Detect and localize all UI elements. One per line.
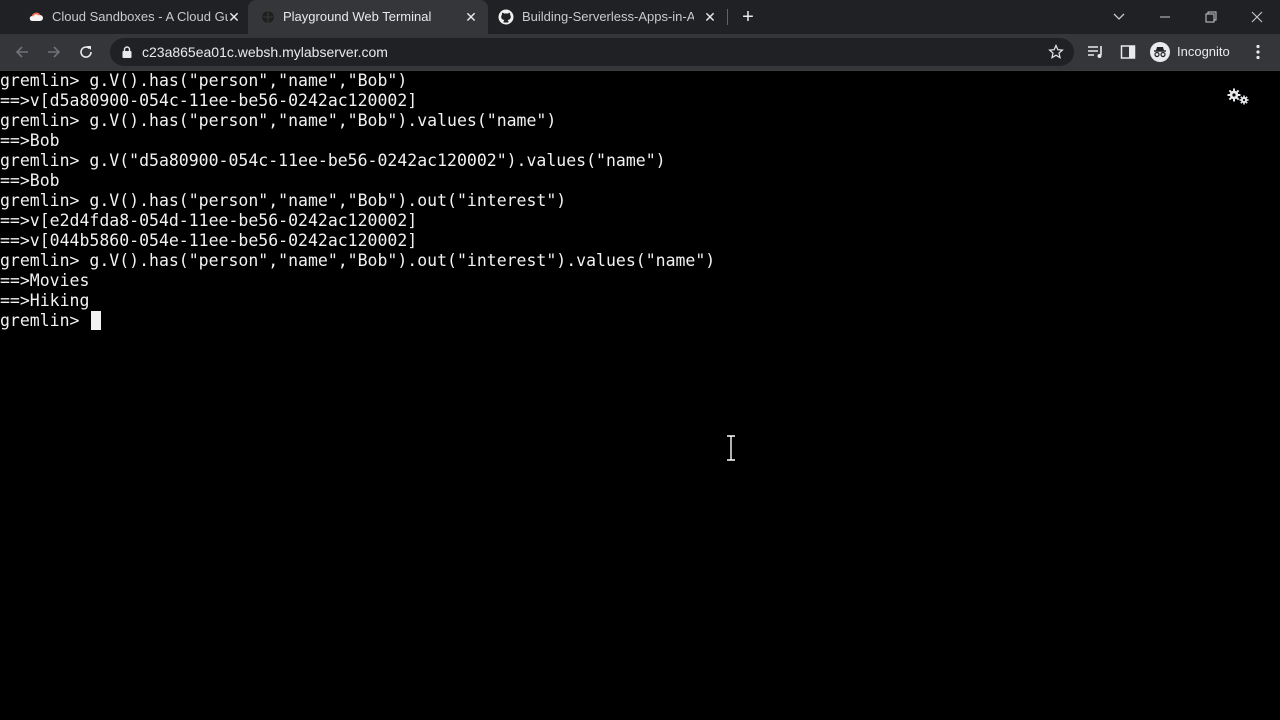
chevron-down-icon	[1113, 13, 1125, 20]
side-panel-icon	[1120, 45, 1136, 59]
terminal-area[interactable]: gremlin> g.V().has("person","name","Bob"…	[0, 71, 1280, 720]
side-panel-button[interactable]	[1118, 42, 1138, 62]
terminal-line: ==>Movies	[0, 271, 90, 290]
incognito-label[interactable]: Incognito	[1177, 44, 1230, 60]
url-text: c23a865ea01c.websh.mylabserver.com	[142, 44, 388, 60]
terminal-line: ==>v[044b5860-054e-11ee-be56-0242ac12000…	[0, 231, 418, 250]
browser-toolbar: c23a865ea01c.websh.mylabserver.com Incog…	[0, 34, 1280, 71]
tab-separator	[727, 9, 728, 25]
terminal-line: ==>Bob	[0, 171, 60, 190]
terminal-line: gremlin> g.V().has("person","name","Bob"…	[0, 71, 408, 90]
close-tab-icon[interactable]: ✕	[226, 9, 242, 25]
incognito-icon	[1150, 42, 1170, 62]
restore-button[interactable]	[1188, 0, 1234, 34]
terminal-prompt-line[interactable]: gremlin>	[0, 311, 102, 331]
globe-icon	[261, 10, 275, 24]
reload-icon	[80, 46, 92, 58]
arrow-left-icon	[15, 46, 28, 58]
close-icon	[1251, 11, 1263, 23]
playlist-icon	[1088, 46, 1102, 58]
cloud-icon	[29, 12, 43, 21]
media-control-button[interactable]	[1086, 42, 1106, 62]
lock-icon[interactable]	[120, 45, 134, 59]
terminal-cursor	[91, 311, 102, 330]
more-vertical-icon	[1256, 44, 1260, 60]
tab-title: Cloud Sandboxes - A Cloud Guru	[52, 9, 228, 24]
terminal-line: gremlin> g.V().has("person","name","Bob"…	[0, 111, 557, 130]
tab-strip: Cloud Sandboxes - A Cloud Guru ✕ Playgro…	[0, 0, 1280, 34]
terminal-line: ==>v[d5a80900-054c-11ee-be56-0242ac12000…	[0, 91, 418, 110]
terminal-line: ==>v[e2d4fda8-054d-11ee-be56-0242ac12000…	[0, 211, 418, 230]
close-window-button[interactable]	[1234, 0, 1280, 34]
minimize-button[interactable]	[1142, 0, 1188, 34]
reload-button[interactable]	[74, 40, 98, 64]
close-tab-icon[interactable]: ✕	[702, 9, 718, 25]
forward-button[interactable]	[42, 40, 66, 64]
tab-cloud-sandboxes[interactable]: Cloud Sandboxes - A Cloud Guru ✕	[8, 0, 248, 34]
terminal-line: gremlin> g.V("d5a80900-054c-11ee-be56-02…	[0, 151, 666, 170]
terminal-line: gremlin> g.V().has("person","name","Bob"…	[0, 191, 567, 210]
tab-title: Building-Serverless-Apps-in-AWS	[522, 9, 694, 24]
text-cursor-icon	[727, 435, 735, 461]
terminal-line: ==>Bob	[0, 131, 60, 150]
terminal-line: ==>Hiking	[0, 291, 90, 310]
browser-menu-button[interactable]	[1248, 42, 1268, 62]
new-tab-button[interactable]: +	[738, 7, 758, 27]
incognito-button[interactable]	[1150, 42, 1170, 62]
arrow-right-icon	[48, 46, 61, 58]
star-icon[interactable]	[1048, 44, 1064, 60]
minimize-icon	[1160, 16, 1170, 18]
tab-search-button[interactable]	[1096, 0, 1142, 34]
github-icon	[498, 9, 514, 25]
terminal-line: gremlin> g.V().has("person","name","Bob"…	[0, 251, 716, 270]
tab-building-serverless[interactable]: Building-Serverless-Apps-in-AWS ✕	[488, 0, 724, 34]
tab-title: Playground Web Terminal	[283, 9, 432, 24]
address-bar[interactable]: c23a865ea01c.websh.mylabserver.com	[110, 38, 1074, 66]
settings-gear-icon[interactable]	[1226, 86, 1250, 106]
close-tab-icon[interactable]: ✕	[463, 9, 479, 25]
terminal-prompt: gremlin>	[0, 311, 90, 330]
restore-icon	[1205, 11, 1217, 23]
back-button[interactable]	[10, 40, 34, 64]
tab-playground-web-terminal[interactable]: Playground Web Terminal ✕	[248, 0, 488, 34]
